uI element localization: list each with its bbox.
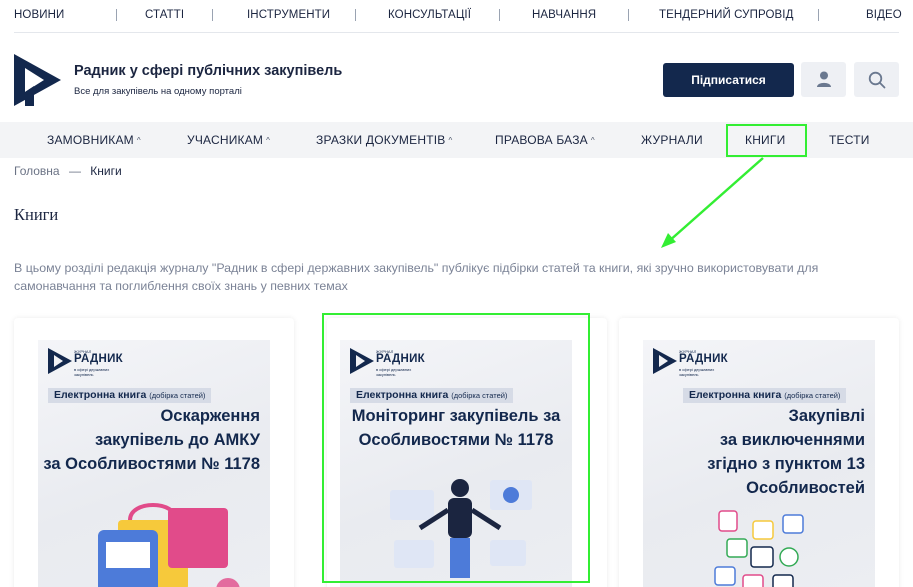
monitoring-card-highlight-box bbox=[322, 313, 590, 583]
ebook-label: Електронна книга (добірка статей) bbox=[48, 388, 212, 403]
ebook-note: (добірка статей) bbox=[149, 391, 206, 400]
breadcrumb-home[interactable]: Головна bbox=[14, 164, 60, 178]
breadcrumb-current: Книги bbox=[90, 164, 122, 178]
search-icon bbox=[868, 71, 885, 88]
ebook-note: (добірка статей) bbox=[784, 391, 841, 400]
brand-logo-icon bbox=[653, 348, 677, 374]
breadcrumb: Головна — Книги bbox=[14, 164, 122, 178]
main-nav-label: ЖУРНАЛИ bbox=[641, 133, 703, 147]
main-nav-journals[interactable]: ЖУРНАЛИ bbox=[641, 133, 703, 147]
page-title: Книги bbox=[14, 205, 59, 224]
main-nav-tests[interactable]: ТЕСТИ bbox=[829, 133, 870, 147]
top-nav-video[interactable]: ВІДЕО bbox=[866, 9, 902, 21]
top-nav-tender-support[interactable]: ТЕНДЕРНИЙ СУПРОВІД bbox=[659, 9, 793, 21]
search-button[interactable] bbox=[854, 62, 899, 97]
top-nav-divider bbox=[116, 9, 117, 21]
top-nav-consultations[interactable]: КОНСУЛЬТАЦІЇ bbox=[388, 9, 471, 21]
top-nav-divider bbox=[355, 9, 356, 21]
brand-name: РАДНИК bbox=[679, 353, 728, 365]
page-intro: В цьому розділі редакція журналу "Радник… bbox=[14, 261, 819, 293]
chevron-up-icon: ^ bbox=[266, 136, 271, 145]
site-subtitle: Все для закупівель на одному порталі bbox=[74, 86, 242, 97]
site-title[interactable]: Радник у сфері публічних закупівель bbox=[74, 63, 342, 79]
subscribe-button[interactable]: Підписатися bbox=[663, 63, 794, 97]
brand-tagline: в сфері державних закупівель bbox=[679, 367, 715, 377]
ebook-label: Електронна книга (добірка статей) bbox=[683, 388, 847, 403]
main-nav-label: ЗАМОВНИКАМ bbox=[47, 133, 134, 147]
user-button[interactable] bbox=[801, 62, 846, 97]
top-nav-divider bbox=[499, 9, 500, 21]
top-nav-news[interactable]: НОВИНИ bbox=[14, 9, 64, 21]
user-icon bbox=[816, 71, 831, 87]
book-card[interactable]: ЖУРНАЛ РАДНИК в сфері державних закупіве… bbox=[14, 318, 294, 587]
top-nav-tools[interactable]: ІНСТРУМЕНТИ bbox=[247, 9, 330, 21]
brand-name: РАДНИК bbox=[74, 353, 123, 365]
top-nav-divider bbox=[628, 9, 629, 21]
chevron-up-icon: ^ bbox=[590, 136, 595, 145]
book-cover[interactable]: ЖУРНАЛ РАДНИК в сфері державних закупіве… bbox=[643, 340, 875, 587]
brand-tagline: в сфері державних закупівель bbox=[74, 367, 110, 377]
ebook-label-text: Електронна книга bbox=[54, 389, 147, 401]
book-title: Оскарження закупівель до АМКУ за Особлив… bbox=[43, 407, 260, 473]
book-title: Закупівлі за виключеннями згідно з пункт… bbox=[707, 407, 865, 497]
top-nav-articles[interactable]: СТАТТІ bbox=[145, 9, 184, 21]
top-nav-learning[interactable]: НАВЧАННЯ bbox=[532, 9, 596, 21]
book-card[interactable]: ЖУРНАЛ РАДНИК в сфері державних закупіве… bbox=[619, 318, 899, 587]
main-nav-label: ТЕСТИ bbox=[829, 133, 870, 147]
ebook-label-text: Електронна книга bbox=[689, 389, 782, 401]
main-nav-legal-base[interactable]: ПРАВОВА БАЗА ^ bbox=[495, 133, 595, 147]
books-highlight-box bbox=[726, 124, 807, 157]
main-nav-label: ПРАВОВА БАЗА bbox=[495, 133, 588, 147]
top-nav-divider bbox=[212, 9, 213, 21]
book-cover[interactable]: ЖУРНАЛ РАДНИК в сфері державних закупіве… bbox=[38, 340, 270, 587]
documents-illustration-icon bbox=[714, 510, 804, 587]
main-nav-customers[interactable]: ЗАМОВНИКАМ ^ bbox=[47, 133, 141, 147]
breadcrumb-separator: — bbox=[68, 164, 81, 178]
top-divider bbox=[14, 32, 899, 33]
brand-logo-icon bbox=[48, 348, 72, 374]
shopping-illustration-icon bbox=[98, 503, 240, 587]
main-nav-label: ЗРАЗКИ ДОКУМЕНТІВ bbox=[316, 133, 446, 147]
main-nav-participants[interactable]: УЧАСНИКАМ ^ bbox=[187, 133, 270, 147]
chevron-up-icon: ^ bbox=[448, 136, 453, 145]
main-nav-label: УЧАСНИКАМ bbox=[187, 133, 264, 147]
main-nav-document-samples[interactable]: ЗРАЗКИ ДОКУМЕНТІВ ^ bbox=[316, 133, 452, 147]
chevron-up-icon: ^ bbox=[136, 136, 141, 145]
top-nav-divider bbox=[818, 9, 819, 21]
site-logo-icon[interactable] bbox=[14, 54, 61, 106]
top-nav: НОВИНИ СТАТТІ ІНСТРУМЕНТИ КОНСУЛЬТАЦІЇ Н… bbox=[0, 0, 913, 32]
